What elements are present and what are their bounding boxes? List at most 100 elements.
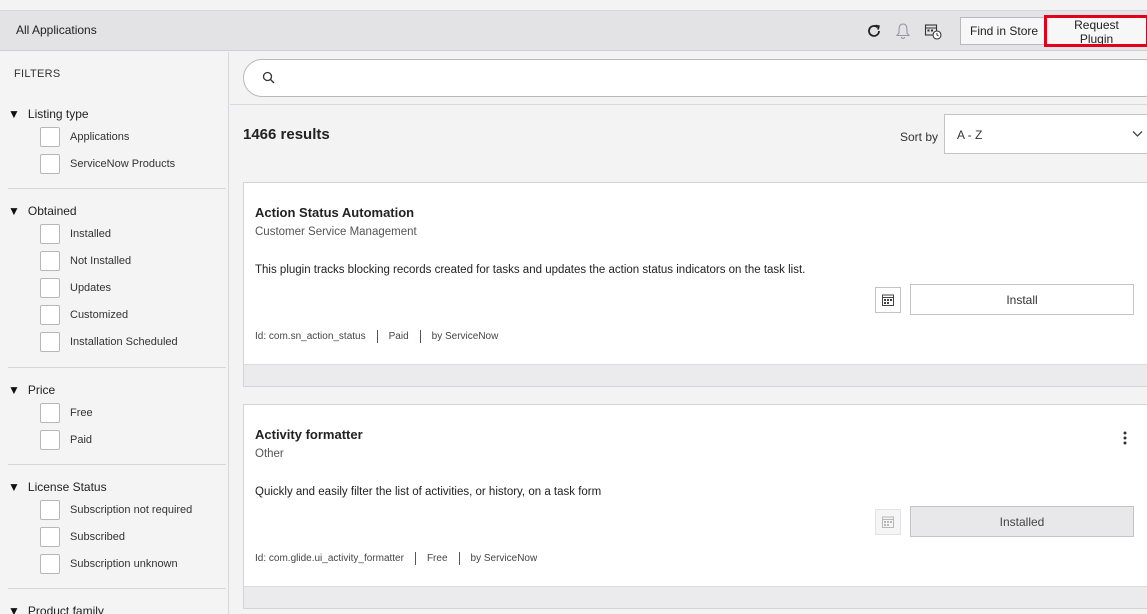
chevron-down-icon: [1132, 127, 1143, 141]
filter-option-label: Subscribed: [70, 530, 126, 543]
plugin-vendor: by ServiceNow: [470, 553, 538, 564]
plugin-vendor: by ServiceNow: [431, 331, 499, 342]
filter-option-label: Subscription not required: [70, 503, 193, 516]
plugin-meta: Id: com.glide.ui_activity_formatter Free…: [255, 552, 537, 565]
sort-select-value: A - Z: [957, 128, 983, 142]
filter-option[interactable]: Not Installed: [8, 247, 226, 274]
checkbox[interactable]: [40, 331, 60, 352]
card-footer: [244, 586, 1147, 608]
filter-option-label: Not Installed: [70, 254, 132, 267]
filter-option[interactable]: Free: [8, 399, 226, 426]
filter-group-label: License Status: [27, 480, 107, 494]
filter-group-toggle[interactable]: ▼ Price: [8, 381, 226, 399]
plugin-category: Customer Service Management: [255, 226, 417, 238]
filters-sidebar: FILTERS ▼ Listing type Applications Servi…: [0, 52, 229, 614]
page-title: All Applications: [16, 23, 97, 37]
search-input[interactable]: [243, 59, 1147, 97]
sort-label: Sort by: [900, 130, 939, 144]
top-bar: All Applications Find in Store Request P…: [0, 10, 1147, 51]
find-in-store-button[interactable]: Find in Store: [960, 17, 1049, 45]
plugin-name[interactable]: Activity formatter: [255, 427, 363, 442]
sort-select[interactable]: A - Z: [944, 114, 1147, 154]
calendar-grid-icon[interactable]: [875, 287, 901, 313]
filter-option-label: Installed: [70, 227, 111, 240]
install-button[interactable]: Install: [910, 284, 1134, 315]
checkbox[interactable]: [40, 304, 60, 325]
plugin-card: Activity formatter Other Quickly and eas…: [243, 404, 1147, 609]
checkbox[interactable]: [40, 223, 60, 244]
checkbox[interactable]: [40, 499, 60, 520]
filter-option[interactable]: Paid: [8, 426, 226, 453]
filter-group-obtained: ▼ Obtained Installed Not Installed Update…: [8, 202, 226, 355]
plugin-description: This plugin tracks blocking records crea…: [255, 264, 806, 276]
filter-option-label: Paid: [70, 433, 93, 446]
filter-option[interactable]: Customized: [8, 301, 226, 328]
filter-group-toggle[interactable]: ▼ Obtained: [8, 202, 226, 220]
divider: [230, 104, 1147, 105]
filter-option[interactable]: Installed: [8, 220, 226, 247]
filter-group-toggle[interactable]: ▼ Product family: [8, 602, 226, 614]
checkbox[interactable]: [40, 126, 60, 147]
filter-group-label: Product family: [27, 604, 104, 614]
request-plugin-button[interactable]: Request Plugin: [1044, 15, 1147, 47]
checkbox[interactable]: [40, 429, 60, 450]
filter-option[interactable]: Applications: [8, 123, 226, 150]
plugin-meta: Id: com.sn_action_status Paid by Service…: [255, 330, 498, 343]
filter-option-label: Applications: [70, 130, 130, 143]
triangle-down-icon: ▼: [8, 204, 20, 218]
divider: [8, 188, 226, 189]
triangle-down-icon: ▼: [8, 604, 20, 614]
divider: [419, 330, 421, 343]
plugin-name[interactable]: Action Status Automation: [255, 205, 414, 220]
plugin-card: Action Status Automation Customer Servic…: [243, 182, 1147, 387]
filter-option-label: Customized: [70, 308, 129, 321]
card-footer: [244, 364, 1147, 386]
filter-option[interactable]: Subscription unknown: [8, 550, 226, 577]
filter-group-label: Listing type: [27, 107, 89, 121]
filter-group-license-status: ▼ License Status Subscription not require…: [8, 478, 226, 577]
filter-group-listing-type: ▼ Listing type Applications ServiceNow Pr…: [8, 105, 226, 177]
plugin-price: Free: [426, 553, 448, 564]
filter-option[interactable]: Subscribed: [8, 523, 226, 550]
bell-icon[interactable]: [893, 20, 913, 42]
plugin-category: Other: [255, 448, 284, 460]
filter-group-label: Obtained: [27, 204, 77, 218]
filter-option-label: Updates: [70, 281, 111, 294]
checkbox[interactable]: [40, 277, 60, 298]
plugin-description: Quickly and easily filter the list of ac…: [255, 486, 602, 498]
checkbox[interactable]: [40, 526, 60, 547]
filter-option[interactable]: ServiceNow Products: [8, 150, 226, 177]
calendar-clock-icon[interactable]: [923, 20, 943, 42]
filter-option-label: Free: [70, 406, 93, 419]
divider: [8, 588, 226, 589]
filter-group-price: ▼ Price Free Paid: [8, 381, 226, 453]
divider: [376, 330, 378, 343]
divider: [8, 464, 226, 465]
main-content: 1466 results Sort by A - Z Action Status…: [230, 52, 1147, 614]
filter-option[interactable]: Installation Scheduled: [8, 328, 226, 355]
triangle-down-icon: ▼: [8, 383, 20, 397]
refresh-icon[interactable]: [864, 20, 884, 42]
checkbox[interactable]: [40, 153, 60, 174]
results-count: 1466 results: [243, 126, 330, 143]
plugin-price: Paid: [388, 331, 409, 342]
divider: [458, 552, 460, 565]
plugin-id: Id: com.sn_action_status: [255, 331, 366, 342]
filter-option[interactable]: Subscription not required: [8, 496, 226, 523]
checkbox[interactable]: [40, 250, 60, 271]
filter-option-label: Installation Scheduled: [70, 335, 178, 348]
filter-option-label: Subscription unknown: [70, 557, 178, 570]
installed-button: Installed: [910, 506, 1134, 537]
checkbox[interactable]: [40, 402, 60, 423]
triangle-down-icon: ▼: [8, 480, 20, 494]
more-vertical-icon[interactable]: [1123, 431, 1127, 448]
checkbox[interactable]: [40, 553, 60, 574]
filter-group-toggle[interactable]: ▼ Listing type: [8, 105, 226, 123]
filter-group-label: Price: [27, 383, 56, 397]
filter-option-label: ServiceNow Products: [70, 157, 176, 170]
filters-title: FILTERS: [14, 68, 61, 80]
search-icon: [262, 71, 276, 88]
filter-group-toggle[interactable]: ▼ License Status: [8, 478, 226, 496]
filter-option[interactable]: Updates: [8, 274, 226, 301]
filter-group-product-family: ▼ Product family: [8, 602, 226, 614]
